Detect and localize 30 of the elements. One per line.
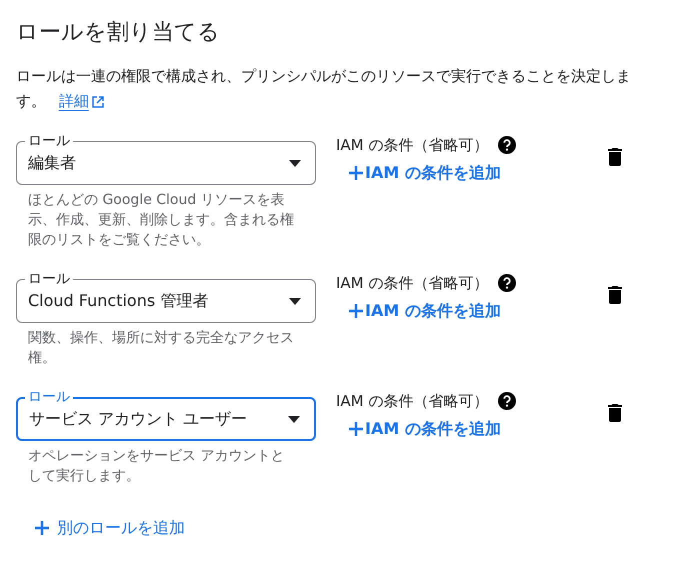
condition-label: IAM の条件（省略可） bbox=[336, 135, 488, 156]
dropdown-value: 編集者 bbox=[28, 152, 76, 174]
plus-icon bbox=[35, 521, 49, 535]
role-description: ほとんどの Google Cloud リソースを表示、作成、更新、削除します。含まれる権限のリストをご覧ください。 bbox=[27, 191, 295, 250]
dropdown-arrow-icon bbox=[289, 298, 301, 304]
add-condition-button[interactable]: IAM の条件を追加 bbox=[349, 416, 501, 440]
plus-icon bbox=[349, 304, 363, 318]
dropdown-value: サービス アカウント ユーザー bbox=[29, 408, 248, 430]
condition-label: IAM の条件（省略可） bbox=[336, 391, 488, 412]
dropdown-arrow-icon bbox=[288, 416, 300, 422]
add-condition-button[interactable]: IAM の条件を追加 bbox=[349, 160, 501, 184]
help-icon[interactable] bbox=[498, 274, 516, 292]
help-icon[interactable] bbox=[498, 392, 516, 410]
role-description: 関数、操作、場所に対する完全なアクセス権。 bbox=[27, 329, 295, 368]
condition-label: IAM の条件（省略可） bbox=[336, 273, 488, 294]
add-role-button[interactable]: 別のロールを追加 bbox=[35, 516, 185, 540]
delete-icon[interactable] bbox=[608, 404, 622, 422]
delete-icon[interactable] bbox=[608, 286, 622, 304]
help-icon[interactable] bbox=[498, 136, 516, 154]
page-title: ロールを割り当てる bbox=[16, 19, 221, 47]
intro-text: ロールは一連の権限で構成され、プリンシパルがこのリソースで実行できることを決定します。 詳細 bbox=[16, 64, 666, 114]
plus-icon bbox=[349, 166, 363, 180]
delete-icon[interactable] bbox=[608, 148, 622, 166]
details-link[interactable]: 詳細 bbox=[58, 89, 104, 114]
dropdown-value: Cloud Functions 管理者 bbox=[28, 290, 208, 312]
add-condition-button[interactable]: IAM の条件を追加 bbox=[349, 298, 501, 322]
dropdown-arrow-icon bbox=[289, 160, 301, 166]
role-description: オペレーションをサービス アカウントとして実行します。 bbox=[27, 447, 286, 486]
external-link-icon bbox=[92, 96, 104, 108]
plus-icon bbox=[349, 422, 363, 436]
